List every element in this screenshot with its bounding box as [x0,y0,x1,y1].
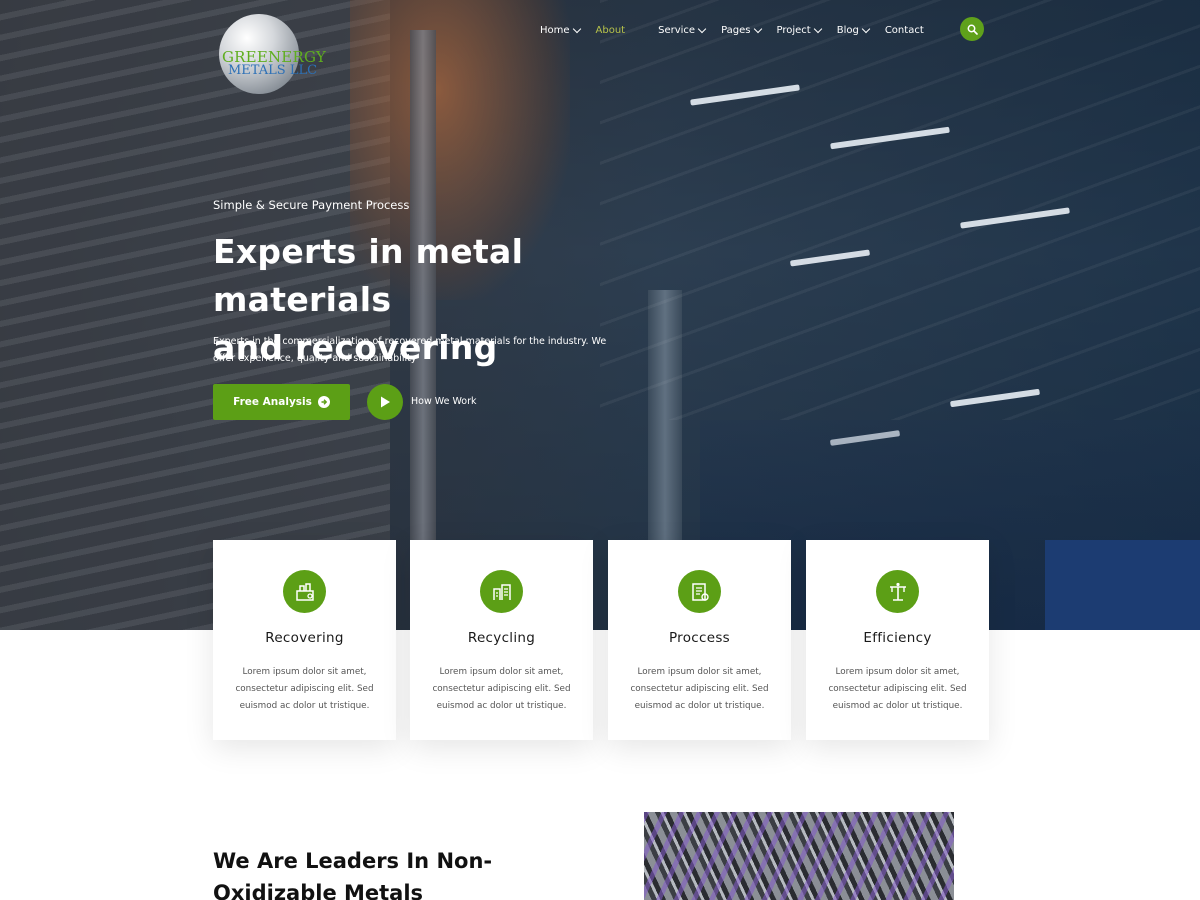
feature-body: Lorem ipsum dolor sit amet, consectetur … [828,667,967,711]
nav-label: Home [540,24,570,36]
how-we-work-link[interactable]: How We Work [411,396,477,407]
feature-card-recovering[interactable]: Recovering Lorem ipsum dolor sit amet, c… [213,540,396,740]
chevron-down-icon [813,24,822,33]
efficiency-icon [876,570,919,613]
about-title-line1: We Are Leaders In Non- [213,849,493,873]
nav-item-pages[interactable]: Pages [721,24,762,36]
feature-card-process[interactable]: Proccess Lorem ipsum dolor sit amet, con… [608,540,791,740]
main-nav: Home About Service Pages Project Blog Co… [540,21,940,39]
logo-line1: GREENERGY [222,48,326,66]
free-analysis-label: Free Analysis [233,396,312,408]
play-icon [381,396,390,408]
feature-title: Proccess [668,630,731,646]
free-analysis-button[interactable]: Free Analysis [213,384,350,420]
nav-item-blog[interactable]: Blog [836,24,871,36]
metal-bars-image [644,812,954,900]
play-video-button[interactable] [367,384,403,420]
feature-body: Lorem ipsum dolor sit amet, consectetur … [235,667,374,711]
process-icon [678,570,721,613]
feature-body: Lorem ipsum dolor sit amet, consectetur … [432,667,571,711]
nav-label: About [595,24,626,36]
nav-label: Service [658,24,696,36]
search-button[interactable] [960,17,984,41]
logo-text[interactable]: GREENERGY METALS LLC [222,48,326,78]
hero-headline-line1: Experts in metal materials [213,232,524,319]
about-section-title: We Are Leaders In Non- Oxidizable Metals [213,845,543,900]
nav-item-home[interactable]: Home [540,24,581,36]
nav-label: Contact [884,24,924,36]
feature-title: Efficiency [863,630,932,646]
search-icon [967,24,978,35]
nav-item-service[interactable]: Service [658,24,707,36]
hero-eyebrow: Simple & Secure Payment Process [213,198,410,212]
nav-item-project[interactable]: Project [776,24,822,36]
hero-subtext: Experts in the commercialization of reco… [213,336,607,364]
chevron-down-icon [861,24,871,33]
chevron-down-icon [753,24,762,33]
about-title-line2: Oxidizable Metals [213,881,424,900]
recovering-icon [283,570,326,613]
hero-ceiling-trusses [600,0,1200,420]
hero-truck [1045,540,1200,630]
nav-item-contact[interactable]: Contact [885,25,924,36]
nav-label: Project [776,24,811,36]
feature-title: Recycling [467,630,536,646]
recycling-icon [480,570,523,613]
arrow-right-icon [317,396,330,408]
nav-item-about[interactable]: About [596,25,626,36]
nav-label: Pages [721,24,751,36]
feature-card-recycling[interactable]: Recycling Lorem ipsum dolor sit amet, co… [410,540,593,740]
feature-card-efficiency[interactable]: Efficiency Lorem ipsum dolor sit amet, c… [806,540,989,740]
feature-body: Lorem ipsum dolor sit amet, consectetur … [630,667,769,711]
feature-title: Recovering [265,630,344,646]
nav-label: Blog [836,24,859,36]
logo-line2: METALS LLC [228,63,318,78]
chevron-down-icon [572,24,581,33]
chevron-down-icon [697,24,707,33]
